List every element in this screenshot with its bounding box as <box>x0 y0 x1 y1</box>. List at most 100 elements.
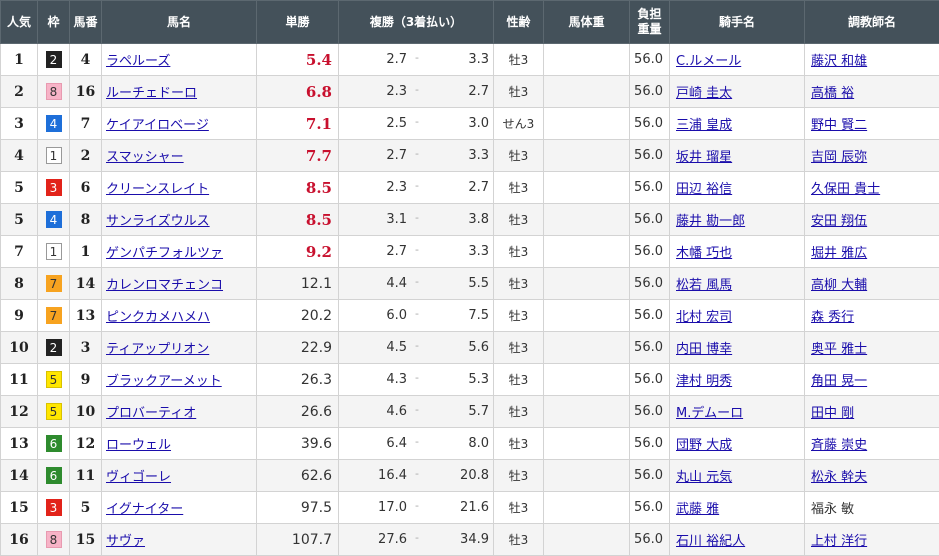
horse-name-link[interactable]: クリーンスレイト <box>106 182 209 197</box>
trainer-name: 福永 敏 <box>811 502 854 517</box>
jockey-link[interactable]: 田辺 裕信 <box>676 182 732 197</box>
horse-number: 2 <box>81 148 91 164</box>
win-odds-cell: 97.5 <box>257 492 339 524</box>
popularity-cell: 8 <box>1 268 38 300</box>
jockey-cell: 木幡 巧也 <box>670 236 805 268</box>
horse-name-cell: ケイアイロベージ <box>102 108 257 140</box>
jockey-cell: 松若 風馬 <box>670 268 805 300</box>
place-odds-max: 2.7 <box>468 180 489 195</box>
horse-name-link[interactable]: ラペルーズ <box>106 54 170 69</box>
trainer-link[interactable]: 久保田 貴士 <box>811 182 880 197</box>
jockey-link[interactable]: 藤井 勘一郎 <box>676 214 745 229</box>
horse-number: 10 <box>76 404 95 420</box>
trainer-link[interactable]: 高橋 裕 <box>811 86 854 101</box>
trainer-cell: 高橋 裕 <box>805 76 939 108</box>
horse-name-link[interactable]: ケイアイロベージ <box>106 118 209 133</box>
trainer-link[interactable]: 高柳 大輔 <box>811 278 867 293</box>
frame-cell: 2 <box>38 44 70 76</box>
jockey-link[interactable]: 武藤 雅 <box>676 502 719 517</box>
frame-number-badge: 8 <box>46 531 62 548</box>
horse-name-link[interactable]: サヴァ <box>106 534 145 549</box>
jockey-link[interactable]: 戸崎 圭太 <box>676 86 732 101</box>
win-odds: 8.5 <box>306 211 332 229</box>
header-place-odds: 複勝（3着払い） <box>339 1 494 44</box>
horse-name-link[interactable]: ルーチェドーロ <box>106 86 197 101</box>
horse-name-link[interactable]: イグナイター <box>106 502 183 517</box>
jockey-link[interactable]: M.デムーロ <box>676 406 743 421</box>
frame-cell: 4 <box>38 204 70 236</box>
horse-name-link[interactable]: スマッシャー <box>106 150 184 165</box>
sex-age-cell: せん3 <box>494 108 544 140</box>
horse-name-link[interactable]: ブラックアーメット <box>106 374 222 389</box>
table-row: 16 8 15 サヴァ 107.7 27.6-34.9 牡3 56.0 石川 裕… <box>1 524 939 556</box>
trainer-link[interactable]: 上村 洋行 <box>811 534 867 549</box>
jockey-cell: 内田 博幸 <box>670 332 805 364</box>
jockey-cell: 武藤 雅 <box>670 492 805 524</box>
trainer-link[interactable]: 田中 剛 <box>811 406 854 421</box>
trainer-link[interactable]: 奥平 雅士 <box>811 342 867 357</box>
horse-name-link[interactable]: カレンロマチェンコ <box>106 278 223 293</box>
horse-name-link[interactable]: ピンクカメハメハ <box>106 310 210 325</box>
trainer-link[interactable]: 角田 晃一 <box>811 374 867 389</box>
trainer-link[interactable]: 野中 賢二 <box>811 118 867 133</box>
horse-number: 15 <box>76 532 95 548</box>
horse-number-cell: 3 <box>70 332 102 364</box>
frame-cell: 3 <box>38 492 70 524</box>
carried-weight: 56.0 <box>634 84 663 99</box>
jockey-link[interactable]: 松若 風馬 <box>676 278 732 293</box>
carried-weight: 56.0 <box>634 52 663 67</box>
jockey-link[interactable]: 北村 宏司 <box>676 310 732 325</box>
header-sex-age: 性齢 <box>494 1 544 44</box>
jockey-cell: M.デムーロ <box>670 396 805 428</box>
horse-name-link[interactable]: プロバーティオ <box>106 406 196 421</box>
place-odds-cell: 4.4-5.5 <box>339 268 494 300</box>
body-weight-cell <box>544 76 630 108</box>
jockey-link[interactable]: 内田 博幸 <box>676 342 732 357</box>
place-odds-max: 5.6 <box>468 340 489 355</box>
sex-age-cell: 牡3 <box>494 492 544 524</box>
place-odds-min: 3.1 <box>386 212 407 227</box>
trainer-link[interactable]: 森 秀行 <box>811 310 854 325</box>
trainer-link[interactable]: 斉藤 崇史 <box>811 438 867 453</box>
carried-weight: 56.0 <box>634 340 663 355</box>
horse-number-cell: 5 <box>70 492 102 524</box>
trainer-link[interactable]: 藤沢 和雄 <box>811 54 867 69</box>
carried-weight: 56.0 <box>634 244 663 259</box>
jockey-link[interactable]: 団野 大成 <box>676 438 732 453</box>
sex-age: せん3 <box>503 117 535 131</box>
win-odds: 22.9 <box>301 340 332 356</box>
horse-number-cell: 14 <box>70 268 102 300</box>
horse-name-link[interactable]: ティアップリオン <box>106 342 209 357</box>
horse-number-cell: 16 <box>70 76 102 108</box>
frame-number-badge: 6 <box>46 435 62 452</box>
trainer-link[interactable]: 堀井 雅広 <box>811 246 867 261</box>
place-odds-max: 5.7 <box>468 404 489 419</box>
frame-number-badge: 2 <box>46 339 62 356</box>
horse-name-link[interactable]: サンライズウルス <box>106 214 210 229</box>
horse-name-cell: サヴァ <box>102 524 257 556</box>
place-odds-max: 5.3 <box>468 372 489 387</box>
popularity-cell: 3 <box>1 108 38 140</box>
trainer-link[interactable]: 吉岡 辰弥 <box>811 150 867 165</box>
frame-cell: 6 <box>38 460 70 492</box>
horse-name-cell: プロバーティオ <box>102 396 257 428</box>
place-odds-max: 3.3 <box>468 148 489 163</box>
horse-name-link[interactable]: ゲンパチフォルツァ <box>106 246 223 261</box>
jockey-link[interactable]: 三浦 皇成 <box>676 118 732 133</box>
trainer-link[interactable]: 安田 翔伍 <box>811 214 867 229</box>
popularity-cell: 16 <box>1 524 38 556</box>
jockey-link[interactable]: 丸山 元気 <box>676 470 732 485</box>
horse-name-link[interactable]: ヴィゴーレ <box>106 470 171 485</box>
jockey-link[interactable]: 津村 明秀 <box>676 374 732 389</box>
jockey-link[interactable]: C.ルメール <box>676 54 741 69</box>
horse-name-cell: ティアップリオン <box>102 332 257 364</box>
jockey-link[interactable]: 坂井 瑠星 <box>676 150 732 165</box>
sex-age: 牡3 <box>509 53 529 67</box>
jockey-link[interactable]: 石川 裕紀人 <box>676 534 745 549</box>
jockey-link[interactable]: 木幡 巧也 <box>676 246 732 261</box>
horse-name-link[interactable]: ローウェル <box>106 438 171 453</box>
carried-weight-cell: 56.0 <box>630 140 670 172</box>
carried-weight: 56.0 <box>634 308 663 323</box>
trainer-link[interactable]: 松永 幹夫 <box>811 470 867 485</box>
place-odds-separator: - <box>415 339 419 352</box>
